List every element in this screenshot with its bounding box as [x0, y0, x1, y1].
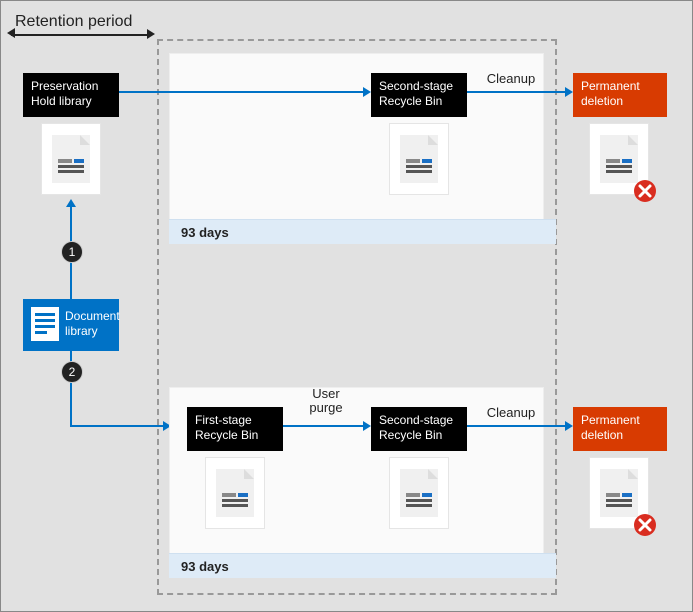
- path2-second-stage-card: Second-stage Recycle Bin: [371, 407, 467, 451]
- p2-userpurge-l1: User: [312, 386, 339, 401]
- path1-second-stage-card: Second-stage Recycle Bin: [371, 73, 467, 117]
- delete-badge-icon: [633, 179, 657, 203]
- badge-2: 2: [61, 361, 83, 383]
- path2-footer-text: 93 days: [181, 559, 229, 574]
- preservation-doc-icon: [41, 123, 101, 195]
- preservation-line1: Preservation: [31, 79, 98, 93]
- badge-1: 1: [61, 241, 83, 263]
- path2-cleanup-label: Cleanup: [481, 405, 541, 420]
- p1-second-line1: Second-stage: [379, 79, 453, 93]
- p2-second-line2: Recycle Bin: [379, 428, 442, 442]
- p2-second-line1: Second-stage: [379, 413, 453, 427]
- path1-footer-text: 93 days: [181, 225, 229, 240]
- diagram-canvas: Retention period 93 days Preservation Ho…: [0, 0, 693, 612]
- doclib-line2: library: [65, 324, 98, 338]
- p1-perm-line2: deletion: [581, 94, 623, 108]
- preservation-hold-card: Preservation Hold library: [23, 73, 119, 117]
- doclib-line1: Document: [65, 309, 120, 323]
- p1-second-doc-icon: [389, 123, 449, 195]
- path2-permanent-deletion-card: Permanent deletion: [573, 407, 667, 451]
- p2-perm-line1: Permanent: [581, 413, 640, 427]
- diagram-title: Retention period: [15, 13, 132, 31]
- p2-first-line2: Recycle Bin: [195, 428, 258, 442]
- p1-perm-line1: Permanent: [581, 79, 640, 93]
- path1-footer: 93 days: [169, 219, 556, 244]
- p2-second-doc-icon: [389, 457, 449, 529]
- p2-first-line1: First-stage: [195, 413, 252, 427]
- path1-cleanup-label: Cleanup: [481, 71, 541, 86]
- p2-first-doc-icon: [205, 457, 265, 529]
- p2-perm-line2: deletion: [581, 428, 623, 442]
- document-library-card: Document library: [23, 299, 119, 351]
- path2-user-purge-label: User purge: [301, 387, 351, 416]
- path2-footer: 93 days: [169, 553, 556, 578]
- p2-userpurge-l2: purge: [309, 400, 342, 415]
- path1-permanent-deletion-card: Permanent deletion: [573, 73, 667, 117]
- preservation-line2: Hold library: [31, 94, 92, 108]
- path2-first-stage-card: First-stage Recycle Bin: [187, 407, 283, 451]
- delete-badge-icon-2: [633, 513, 657, 537]
- p1-second-line2: Recycle Bin: [379, 94, 442, 108]
